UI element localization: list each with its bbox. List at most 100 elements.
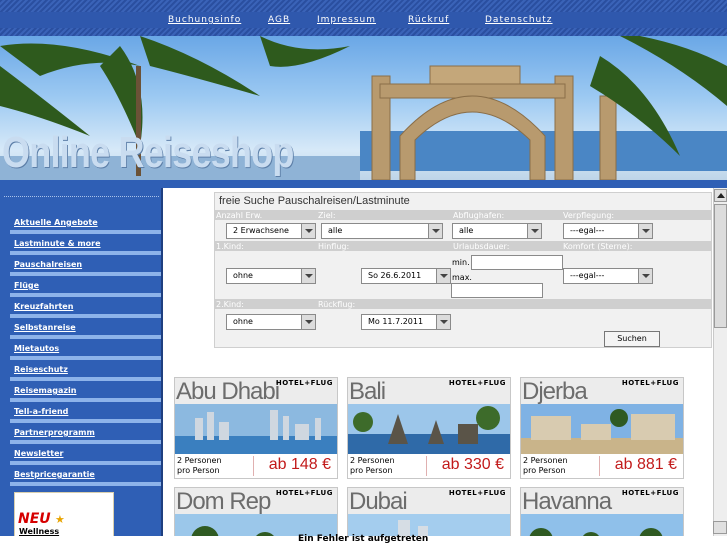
- chevron-down-icon: [301, 224, 315, 238]
- label-duration: Urlaubsdauer:: [453, 242, 510, 251]
- vertical-scrollbar[interactable]: [713, 188, 727, 536]
- sidebar-item-reisemagazin[interactable]: Reisemagazin: [0, 381, 161, 402]
- sidebar-item-label: Flüge: [14, 281, 40, 290]
- board-select[interactable]: ---egal---: [563, 223, 653, 239]
- offer-tile-djerba[interactable]: Djerba HOTEL+FLUG 2 Personen pro Person a…: [520, 377, 684, 479]
- sidebar-item-pauschalreisen[interactable]: Pauschalreisen: [0, 255, 161, 276]
- sidebar-item-reiseschutz[interactable]: Reiseschutz: [0, 360, 161, 381]
- top-navigation: Buchungsinfo AGB Impressum Rückruf Daten…: [0, 0, 727, 36]
- adults-select[interactable]: 2 Erwachsene: [226, 223, 316, 239]
- label-goal: Ziel:: [318, 211, 336, 220]
- sidebar-item-fluege[interactable]: Flüge: [0, 276, 161, 297]
- link-agb[interactable]: AGB: [268, 15, 290, 25]
- chevron-down-icon: [638, 269, 652, 283]
- duration-min-input[interactable]: [471, 255, 563, 270]
- label-outbound: Hinflug:: [318, 242, 350, 251]
- star-icon: ★: [55, 513, 65, 526]
- sidebar-item-partnerprogramm[interactable]: Partnerprogramm: [0, 423, 161, 444]
- sidebar-divider: [4, 196, 159, 197]
- chevron-down-icon: [428, 224, 442, 238]
- comfort-select[interactable]: ---egal---: [563, 268, 653, 284]
- scrollbar-thumb[interactable]: [714, 204, 727, 328]
- link-impressum[interactable]: Impressum: [317, 15, 376, 25]
- label-child1: 1.Kind:: [216, 242, 244, 251]
- hotel-flug-badge: HOTEL+FLUG: [621, 489, 679, 497]
- sidebar-item-label: Reiseschutz: [14, 365, 68, 374]
- banner-title: Online Reiseshop: [2, 128, 294, 177]
- outbound-date-select[interactable]: So 26.6.2011: [361, 268, 451, 284]
- sidebar-item-label: Selbstanreise: [14, 323, 76, 332]
- offer-image: [521, 404, 683, 454]
- label-min: min.: [452, 258, 470, 267]
- form-label-row-3: [215, 299, 711, 309]
- offer-city: Djerba: [522, 378, 588, 405]
- error-message: Ein Fehler ist aufgetreten: [298, 534, 429, 544]
- label-board: Verpflegung:: [563, 211, 615, 220]
- offer-tile-bali[interactable]: Bali HOTEL+FLUG 2 Personen pro Person ab …: [347, 377, 511, 479]
- offer-city: Bali: [349, 378, 386, 405]
- label-max: max.: [452, 273, 472, 282]
- airport-select[interactable]: alle: [452, 223, 542, 239]
- sidebar-item-lastminute[interactable]: Lastminute & more: [0, 234, 161, 255]
- offer-image: [175, 404, 337, 454]
- label-comfort: Komfort (Sterne):: [563, 242, 633, 251]
- chevron-down-icon: [527, 224, 541, 238]
- link-rueckruf[interactable]: Rückruf: [408, 15, 449, 25]
- chevron-down-icon: [436, 315, 450, 329]
- sidebar-item-bestpricegarantie[interactable]: Bestpricegarantie: [0, 465, 161, 486]
- offer-price: ab 148 €: [268, 456, 331, 473]
- offer-tile-abu-dhabi[interactable]: Abu Dhabi HOTEL+FLUG 2 Personen pro Perso…: [174, 377, 338, 479]
- hotel-flug-badge: HOTEL+FLUG: [275, 379, 333, 387]
- scroll-up-icon[interactable]: [714, 189, 727, 202]
- sidebar: Aktuelle Angebote Lastminute & more Paus…: [0, 188, 163, 545]
- goal-select[interactable]: alle: [321, 223, 443, 239]
- sidebar-item-tell-a-friend[interactable]: Tell-a-friend: [0, 402, 161, 423]
- child1-select[interactable]: ohne: [226, 268, 316, 284]
- hotel-flug-badge: HOTEL+FLUG: [275, 489, 333, 497]
- scroll-up-small-icon[interactable]: [713, 521, 727, 534]
- return-date-select[interactable]: Mo 11.7.2011: [361, 314, 451, 330]
- offer-image: [348, 404, 510, 454]
- offer-city: Abu Dhabi: [176, 378, 280, 405]
- sidebar-item-label: Mietautos: [14, 344, 60, 353]
- duration-max-input[interactable]: [451, 283, 543, 298]
- chevron-down-icon: [638, 224, 652, 238]
- hotel-flug-badge: HOTEL+FLUG: [448, 379, 506, 387]
- label-child2: 2.Kind:: [216, 300, 244, 309]
- sidebar-item-label: Pauschalreisen: [14, 260, 83, 269]
- sidebar-item-label: Partnerprogramm: [14, 428, 95, 437]
- offer-persons: 2 Personen pro Person: [177, 456, 222, 475]
- label-adults: Anzahl Erw.: [216, 211, 263, 220]
- label-airports: Abflughafen:: [453, 211, 505, 220]
- sidebar-item-label: Newsletter: [14, 449, 64, 458]
- offer-city: Dom Rep: [176, 488, 271, 515]
- sidebar-item-label: Reisemagazin: [14, 386, 77, 395]
- sidebar-item-newsletter[interactable]: Newsletter: [0, 444, 161, 465]
- header-banner: Online Reiseshop: [0, 36, 727, 188]
- sidebar-item-label: Bestpricegarantie: [14, 470, 95, 479]
- link-buchungsinfo[interactable]: Buchungsinfo: [168, 15, 241, 25]
- search-button[interactable]: Suchen: [604, 331, 660, 347]
- chevron-down-icon: [301, 269, 315, 283]
- offer-price: ab 330 €: [441, 456, 504, 473]
- link-datenschutz[interactable]: Datenschutz: [485, 15, 553, 25]
- sidebar-item-mietautos[interactable]: Mietautos: [0, 339, 161, 360]
- offer-city: Havanna: [522, 488, 612, 515]
- offer-price: ab 881 €: [614, 456, 677, 473]
- sidebar-item-label: Lastminute & more: [14, 239, 101, 248]
- sidebar-item-kreuzfahrten[interactable]: Kreuzfahrten: [0, 297, 161, 318]
- sidebar-item-label: Tell-a-friend: [14, 407, 69, 416]
- sidebar-item-selbstanreise[interactable]: Selbstanreise: [0, 318, 161, 339]
- promo-new-label: NEU: [18, 511, 51, 527]
- label-return: Rückflug:: [318, 300, 356, 309]
- sidebar-item-aktuelle-angebote[interactable]: Aktuelle Angebote: [0, 213, 161, 234]
- banner-bottom-stripe: [0, 180, 727, 188]
- promo-wellness-label: Wellness: [19, 527, 60, 536]
- chevron-down-icon: [436, 269, 450, 283]
- offer-persons: 2 Personen pro Person: [523, 456, 568, 475]
- offer-city: Dubai: [349, 488, 408, 515]
- child2-select[interactable]: ohne: [226, 314, 316, 330]
- offer-persons: 2 Personen pro Person: [350, 456, 395, 475]
- sidebar-item-label: Aktuelle Angebote: [14, 218, 98, 227]
- sidebar-item-label: Kreuzfahrten: [14, 302, 74, 311]
